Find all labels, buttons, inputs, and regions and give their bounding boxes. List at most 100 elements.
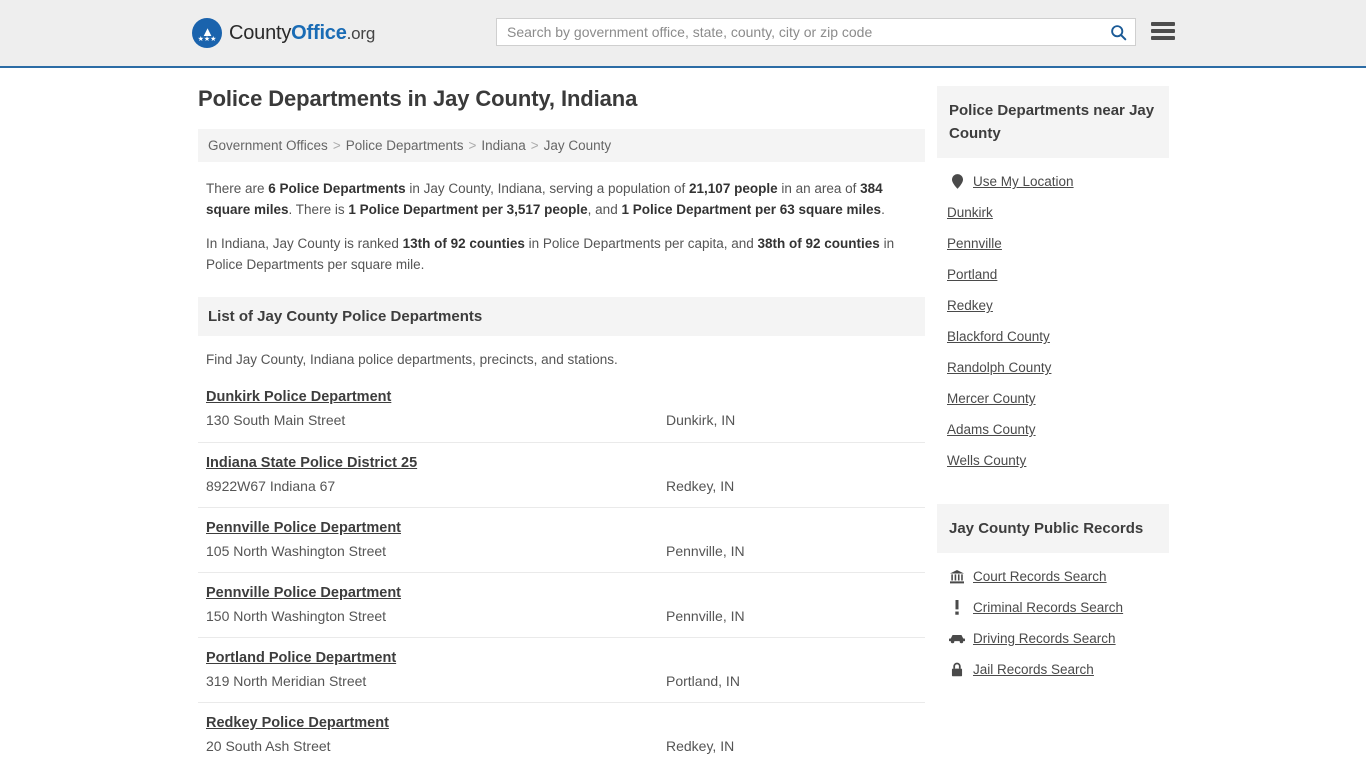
- nearby-link-label: Mercer County: [947, 391, 1036, 406]
- listing-body: 130 South Main Street Dunkirk, IN: [206, 412, 917, 428]
- public-records-heading: Jay County Public Records: [937, 504, 1169, 553]
- stats1-part-4: 21,107 people: [689, 181, 778, 196]
- nearby-link-7[interactable]: Randolph County: [947, 352, 1169, 383]
- listing-row: Pennville Police Department 105 North Was…: [198, 507, 925, 572]
- stats-paragraph-2: In Indiana, Jay County is ranked 13th of…: [198, 233, 925, 275]
- breadcrumb-item-4[interactable]: Jay County: [544, 138, 612, 153]
- listing-row: Redkey Police Department 20 South Ash Str…: [198, 702, 925, 767]
- nearby-link-label: Randolph County: [947, 360, 1052, 375]
- stats1-part-11: .: [881, 202, 885, 217]
- stats2-part-1: In Indiana, Jay County is ranked: [206, 236, 403, 251]
- stats2-part-2: 13th of 92 counties: [402, 236, 525, 251]
- hamburger-menu-icon[interactable]: [1151, 20, 1175, 42]
- main-column: Police Departments in Jay County, Indian…: [198, 86, 925, 767]
- listing-row: Indiana State Police District 25 8922W67 …: [198, 442, 925, 507]
- listing-row: Dunkirk Police Department 130 South Main …: [198, 377, 925, 442]
- nearby-link-label: Dunkirk: [947, 205, 993, 220]
- listing-city-state: Dunkirk, IN: [666, 412, 736, 428]
- nearby-link-4[interactable]: Portland: [947, 259, 1169, 290]
- nearby-departments-heading: Police Departments near Jay County: [937, 86, 1169, 158]
- nearby-link-2[interactable]: Dunkirk: [947, 197, 1169, 228]
- nearby-link-5[interactable]: Redkey: [947, 290, 1169, 321]
- listing-body: 20 South Ash Street Redkey, IN: [206, 738, 917, 754]
- breadcrumb-item-1[interactable]: Government Offices: [208, 138, 328, 153]
- record-link-label: Jail Records Search: [973, 662, 1094, 677]
- nearby-link-label: Use My Location: [973, 174, 1074, 189]
- stats1-part-8: 1 Police Department per 3,517 people: [348, 202, 588, 217]
- bank-building-icon: [947, 569, 967, 584]
- listing-name-link[interactable]: Portland Police Department: [206, 650, 396, 666]
- listing-city-state: Portland, IN: [666, 673, 740, 689]
- listing-name-link[interactable]: Indiana State Police District 25: [206, 455, 417, 471]
- search-input[interactable]: [497, 19, 1101, 45]
- stats1-part-7: . There is: [288, 202, 349, 217]
- brand-part-3: .org: [346, 23, 376, 43]
- eagle-seal-icon: ▲ ★★★: [192, 18, 222, 48]
- breadcrumb: Government Offices > Police Departments > In…: [198, 129, 925, 162]
- brand-wordmark: CountyOffice.org: [229, 22, 375, 45]
- statistics-block: There are 6 Police Departments in Jay Co…: [198, 178, 925, 275]
- stats2-part-4: 38th of 92 counties: [757, 236, 880, 251]
- record-link-1[interactable]: Court Records Search: [947, 561, 1169, 592]
- hamburger-bar: [1151, 22, 1175, 26]
- nearby-link-label: Wells County: [947, 453, 1027, 468]
- record-link-3[interactable]: Driving Records Search: [947, 623, 1169, 654]
- nearby-link-label: Pennville: [947, 236, 1002, 251]
- nearby-link-label: Adams County: [947, 422, 1036, 437]
- stats1-part-5: in an area of: [777, 181, 861, 196]
- record-link-2[interactable]: Criminal Records Search: [947, 592, 1169, 623]
- public-records-links: Court Records Search Criminal Records Sea…: [937, 553, 1169, 691]
- nearby-link-1[interactable]: Use My Location: [947, 166, 1169, 197]
- exclamation-icon: [947, 600, 967, 615]
- map-pin-icon: [947, 174, 967, 189]
- stats1-part-1: There are: [206, 181, 269, 196]
- listing-name-link[interactable]: Redkey Police Department: [206, 715, 389, 731]
- listing-body: 319 North Meridian Street Portland, IN: [206, 673, 917, 689]
- listing-body: 8922W67 Indiana 67 Redkey, IN: [206, 478, 917, 494]
- nearby-link-9[interactable]: Adams County: [947, 414, 1169, 445]
- breadcrumb-separator: >: [530, 138, 539, 153]
- nearby-link-label: Redkey: [947, 298, 993, 313]
- breadcrumb-item-3[interactable]: Indiana: [481, 138, 525, 153]
- listing-address: 319 North Meridian Street: [206, 673, 367, 689]
- stats2-part-3: in Police Departments per capita, and: [524, 236, 758, 251]
- listing-address: 20 South Ash Street: [206, 738, 331, 754]
- hamburger-bar: [1151, 36, 1175, 40]
- breadcrumb-item-2[interactable]: Police Departments: [346, 138, 464, 153]
- stats1-part-3: in Jay County, Indiana, serving a popula…: [405, 181, 690, 196]
- site-header: ▲ ★★★ CountyOffice.org: [0, 0, 1366, 68]
- search-button[interactable]: [1101, 19, 1135, 45]
- stats1-part-2: 6 Police Departments: [268, 181, 406, 196]
- listing-body: 105 North Washington Street Pennville, IN: [206, 543, 917, 559]
- record-link-label: Driving Records Search: [973, 631, 1116, 646]
- sidebar: Police Departments near Jay County Use M…: [937, 86, 1169, 767]
- nearby-link-10[interactable]: Wells County: [947, 445, 1169, 476]
- list-section-subtext: Find Jay County, Indiana police departme…: [206, 352, 618, 367]
- breadcrumb-separator: >: [468, 138, 477, 153]
- nearby-link-label: Blackford County: [947, 329, 1050, 344]
- record-link-label: Court Records Search: [973, 569, 1107, 584]
- brand-part-2: Office: [291, 21, 347, 44]
- listing-name-link[interactable]: Dunkirk Police Department: [206, 389, 391, 405]
- stats1-part-9: , and: [587, 202, 622, 217]
- record-link-4[interactable]: Jail Records Search: [947, 654, 1169, 685]
- content-row: Police Departments in Jay County, Indian…: [0, 68, 1366, 767]
- nearby-link-3[interactable]: Pennville: [947, 228, 1169, 259]
- listing-name-link[interactable]: Pennville Police Department: [206, 585, 401, 601]
- stats-paragraph-1: There are 6 Police Departments in Jay Co…: [198, 178, 925, 220]
- police-department-list: Dunkirk Police Department 130 South Main …: [198, 377, 925, 767]
- public-records-block: Jay County Public Records Court Records …: [937, 504, 1169, 691]
- listing-name-link[interactable]: Pennville Police Department: [206, 520, 401, 536]
- site-logo-link[interactable]: ▲ ★★★ CountyOffice.org: [192, 18, 375, 48]
- listing-city-state: Pennville, IN: [666, 543, 745, 559]
- nearby-departments-links: Use My Location Dunkirk Pennville Portland R…: [937, 158, 1169, 482]
- nearby-link-6[interactable]: Blackford County: [947, 321, 1169, 352]
- brand-part-1: County: [229, 21, 292, 44]
- nearby-link-8[interactable]: Mercer County: [947, 383, 1169, 414]
- listing-address: 130 South Main Street: [206, 412, 346, 428]
- record-link-label: Criminal Records Search: [973, 600, 1124, 615]
- listing-city-state: Pennville, IN: [666, 608, 745, 624]
- listing-address: 150 North Washington Street: [206, 608, 387, 624]
- listing-row: Pennville Police Department 150 North Was…: [198, 572, 925, 637]
- list-section-heading: List of Jay County Police Departments: [198, 297, 925, 336]
